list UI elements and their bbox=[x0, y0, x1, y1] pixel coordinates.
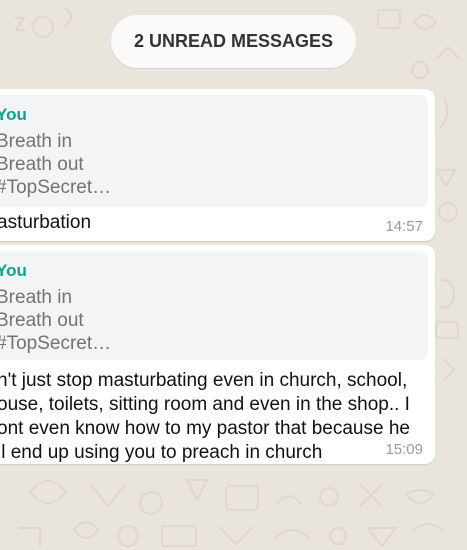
quoted-message[interactable]: You Breath in Breath out #TopSecret… bbox=[0, 251, 428, 360]
message-line: ont even know how to my pastor that beca… bbox=[0, 418, 410, 439]
message-time: 14:57 bbox=[385, 218, 423, 235]
message-text: n't just stop masturbating even in churc… bbox=[0, 369, 410, 465]
quote-line: Breath out bbox=[0, 310, 84, 331]
message-line: asturbation bbox=[0, 212, 92, 233]
message-bubble[interactable]: You Breath in Breath out #TopSecret… n't… bbox=[0, 245, 435, 464]
unread-messages-banner: 2 UNREAD MESSAGES bbox=[111, 15, 356, 68]
quote-line: #TopSecret… bbox=[0, 177, 112, 198]
message-line: ouse, toilets, sitting room and even in … bbox=[0, 394, 410, 415]
quote-line: #TopSecret… bbox=[0, 333, 112, 354]
message-text: asturbation bbox=[0, 211, 91, 235]
quote-author: You bbox=[0, 261, 27, 280]
message-line: ll end up using you to preach in church bbox=[0, 442, 323, 463]
quote-author: You bbox=[0, 105, 27, 124]
quoted-message[interactable]: You Breath in Breath out #TopSecret… bbox=[0, 95, 428, 207]
quote-line: Breath in bbox=[0, 287, 73, 308]
message-line: n't just stop masturbating even in churc… bbox=[0, 370, 408, 391]
message-bubble[interactable]: You Breath in Breath out #TopSecret… ast… bbox=[0, 89, 435, 241]
quote-line: Breath in bbox=[0, 131, 73, 152]
message-time: 15:09 bbox=[385, 441, 423, 458]
quote-line: Breath out bbox=[0, 154, 84, 175]
